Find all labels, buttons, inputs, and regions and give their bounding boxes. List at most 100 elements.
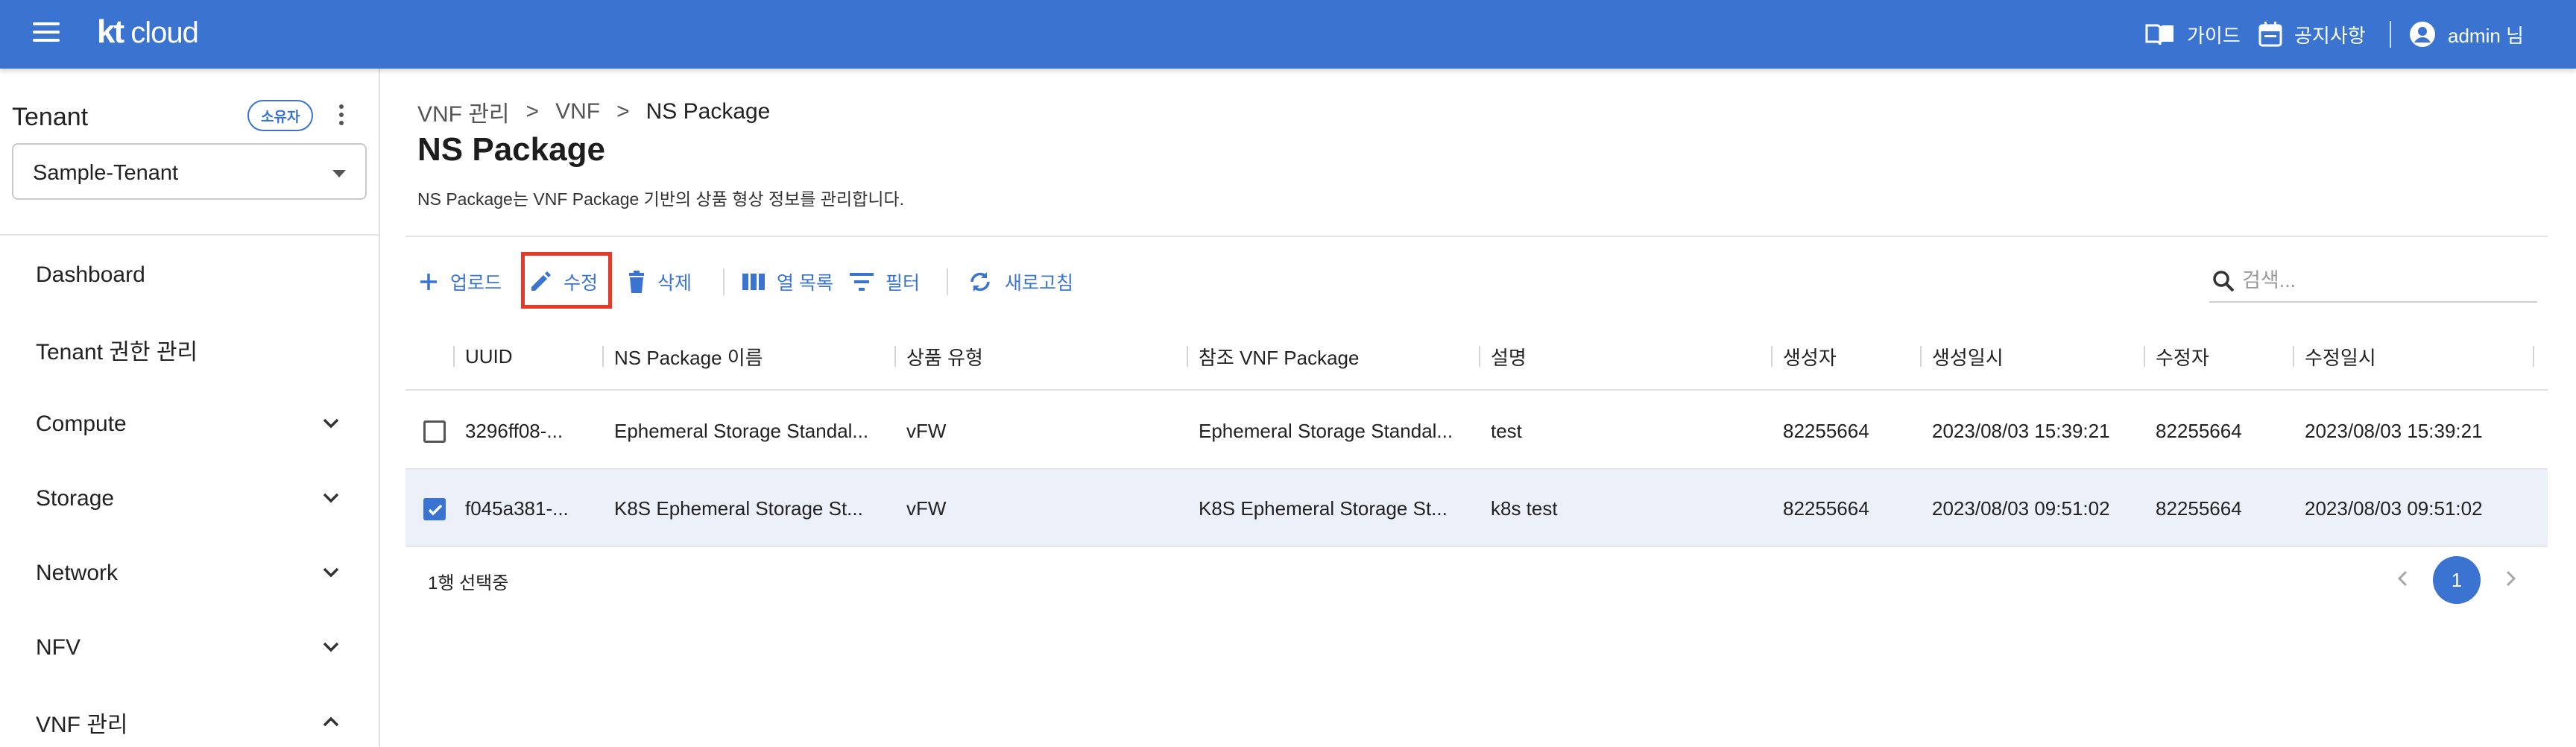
cell-creator: 82255664 [1783,497,1869,520]
sidebar-item-label: Dashboard [36,262,145,287]
filter-list-icon [850,273,874,291]
pagination-prev-button[interactable] [2388,564,2418,593]
hamburger-menu-icon[interactable] [33,22,60,46]
chevron-right-icon [2506,570,2516,587]
user-label: admin 님 [2448,24,2524,47]
toolbar-divider [947,268,948,295]
refresh-button[interactable]: 새로고침 [967,258,1073,306]
more-vert-icon[interactable] [332,104,350,128]
cell-uuid: 3296ff08-... [465,419,564,442]
cell-modified-at: 2023/08/03 15:39:21 [2305,419,2483,442]
cell-type: vFW [906,419,947,442]
column-header-label: 참조 VNF Package [1199,346,1360,369]
cell-ref-vnf-package: K8S Ephemeral Storage St... [1199,497,1448,520]
column-header-label: 상품 유형 [906,346,983,369]
plus-icon [420,274,437,290]
view-column-icon [742,274,765,290]
notice-link[interactable]: 공지사항 [2258,0,2366,69]
sidebar-item-compute[interactable]: Compute [0,391,379,458]
chevron-down-icon [323,567,339,578]
sidebar-item-label: Compute [36,412,127,436]
top-app-bar: kt cloud 가이드 공지사항 admin 님 [0,0,2576,69]
cell-type: vFW [906,497,947,520]
column-header-description[interactable]: 설명 [1479,322,1527,391]
column-header-ns-package-name[interactable]: NS Package 이름 [602,322,763,391]
search-box [2209,258,2537,303]
notice-label: 공지사항 [2294,24,2366,47]
guide-label: 가이드 [2187,24,2241,47]
search-input[interactable] [2242,265,2525,295]
chevron-up-icon [323,716,339,727]
table-header: UUID NS Package 이름 상품 유형 참조 VNF Package … [405,322,2548,391]
sync-icon [970,272,990,291]
page-title: NS Package [417,131,605,168]
cell-creator: 82255664 [1783,419,1869,442]
cell-modified-at: 2023/08/03 09:51:02 [2305,497,2483,520]
sidebar-item-label: Storage [36,486,115,511]
column-header-label: 생성일시 [1932,346,2004,369]
sidebar-item-label: VNF 관리 [36,713,128,737]
breadcrumb: VNF 관리 > VNF > NS Package [417,95,770,128]
cell-name: Ephemeral Storage Standal... [614,419,869,442]
cell-created-at: 2023/08/03 15:39:21 [1932,419,2110,442]
chevron-left-icon [2397,570,2408,587]
cell-name: K8S Ephemeral Storage St... [614,497,863,520]
column-header-modified-at[interactable]: 수정일시 [2293,322,2376,391]
selection-count: 1행 선택중 [428,573,509,593]
search-icon [2213,271,2235,292]
column-header-uuid[interactable]: UUID [453,322,513,391]
column-header-label: UUID [465,344,513,368]
sidebar-item-dashboard[interactable]: Dashboard [0,242,379,309]
dropdown-caret-icon [332,170,346,177]
book-icon [2145,24,2174,45]
table-row[interactable]: 3296ff08-... Ephemeral Storage Standal..… [405,392,2548,470]
user-menu[interactable]: admin 님 [2409,0,2524,69]
column-header-modifier[interactable]: 수정자 [2144,322,2209,391]
owner-badge[interactable]: 소유자 [247,100,314,131]
filter-button[interactable]: 필터 [850,258,920,306]
chevron-down-icon [323,642,339,652]
columns-button[interactable]: 열 목록 [742,258,833,306]
delete-label: 삭제 [657,273,692,294]
breadcrumb-vnf[interactable]: VNF [555,99,600,125]
cell-uuid: f045a381-... [465,497,569,520]
breadcrumb-separator: > [616,99,630,124]
kt-cloud-logo[interactable]: kt cloud [97,13,199,51]
sidebar-item-label: Network [36,561,119,585]
column-header-creator[interactable]: 생성자 [1771,322,1837,391]
check-icon [428,504,443,516]
breadcrumb-vnf-management[interactable]: VNF 관리 [417,95,510,128]
sidebar-item-vnf-management[interactable]: VNF 관리 [0,689,379,747]
cell-created-at: 2023/08/03 09:51:02 [1932,497,2110,520]
row-checkbox[interactable] [423,498,446,520]
edit-button-highlight [521,252,612,309]
tenant-select[interactable]: Sample-Tenant [12,143,367,200]
guide-link[interactable]: 가이드 [2145,0,2241,69]
content-divider [405,236,2548,237]
pagination-page-1[interactable]: 1 [2433,556,2481,604]
trash-icon [629,271,644,293]
sidebar-item-nfv[interactable]: NFV [0,614,379,681]
sidebar-item-storage[interactable]: Storage [0,465,379,532]
table-row[interactable]: f045a381-... K8S Ephemeral Storage St...… [405,470,2548,547]
sidebar-item-label: Tenant 권한 관리 [36,340,198,365]
chevron-down-icon [323,418,339,429]
columns-label: 열 목록 [777,273,833,294]
column-header-product-type[interactable]: 상품 유형 [894,322,983,391]
account-circle-icon [2410,22,2435,47]
refresh-label: 새로고침 [1005,273,1074,294]
delete-button[interactable]: 삭제 [628,258,692,306]
pagination-next-button[interactable] [2496,564,2525,593]
cell-description: test [1491,419,1522,442]
sidebar-item-tenant-permission[interactable]: Tenant 권한 관리 [0,316,379,383]
column-header-created-at[interactable]: 생성일시 [1920,322,2004,391]
column-header-ref-vnf-package[interactable]: 참조 VNF Package [1187,322,1360,391]
row-checkbox[interactable] [423,420,446,443]
column-header-label: 설명 [1491,346,1527,369]
upload-button[interactable]: 업로드 [419,258,502,306]
column-header-label: 수정자 [2156,346,2209,369]
cell-description: k8s test [1491,497,1558,520]
breadcrumb-separator: > [525,99,540,124]
breadcrumb-current: NS Package [645,99,771,124]
sidebar-item-network[interactable]: Network [0,540,379,607]
